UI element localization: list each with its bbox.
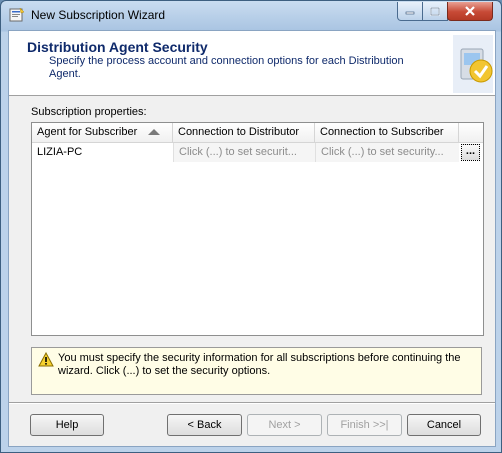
page-header: Distribution Agent Security Specify the … xyxy=(9,31,495,96)
wizard-window: New Subscription Wizard Distribution Age… xyxy=(0,0,502,453)
set-security-button[interactable]: ... xyxy=(461,144,480,161)
maximize-icon xyxy=(430,6,440,16)
distributor-connection-cell[interactable]: Click (...) to set securit... xyxy=(173,143,315,162)
window-title: New Subscription Wizard xyxy=(31,8,166,22)
back-button[interactable]: < Back xyxy=(167,414,242,436)
wizard-app-icon xyxy=(9,7,25,22)
close-icon xyxy=(465,6,475,16)
next-button[interactable]: Next > xyxy=(247,414,322,436)
page-title: Distribution Agent Security xyxy=(27,39,208,55)
subscriber-connection-cell[interactable]: Click (...) to set security... xyxy=(315,143,459,162)
subscription-grid: Agent for Subscriber Connection to Distr… xyxy=(31,122,484,336)
cancel-button[interactable]: Cancel xyxy=(407,414,481,436)
wizard-client-area: Distribution Agent Security Specify the … xyxy=(8,30,496,447)
agent-cell[interactable]: LIZIA-PC xyxy=(32,143,173,162)
minimize-button[interactable] xyxy=(397,2,423,21)
finish-button[interactable]: Finish >>| xyxy=(327,414,402,436)
warning-panel: You must specify the security informatio… xyxy=(31,347,482,395)
warning-message: You must specify the security informatio… xyxy=(58,352,461,377)
wizard-graphic-icon xyxy=(453,35,493,93)
subscription-properties-label: Subscription properties: xyxy=(31,106,147,118)
maximize-button[interactable] xyxy=(422,2,448,21)
minimize-icon xyxy=(405,11,415,15)
column-header-distributor[interactable]: Connection to Distributor xyxy=(173,123,315,142)
column-header-subscriber[interactable]: Connection to Subscriber xyxy=(315,123,459,142)
button-divider xyxy=(9,402,495,404)
page-description: Specify the process account and connecti… xyxy=(49,55,404,80)
sort-ascending-icon xyxy=(148,129,160,135)
table-row[interactable]: LIZIA-PC Click (...) to set securit... C… xyxy=(32,143,483,162)
close-button[interactable] xyxy=(447,2,493,21)
help-button[interactable]: Help xyxy=(30,414,104,436)
grid-header: Agent for Subscriber Connection to Distr… xyxy=(32,123,483,143)
title-bar[interactable]: New Subscription Wizard xyxy=(1,1,501,29)
warning-icon xyxy=(38,352,54,367)
